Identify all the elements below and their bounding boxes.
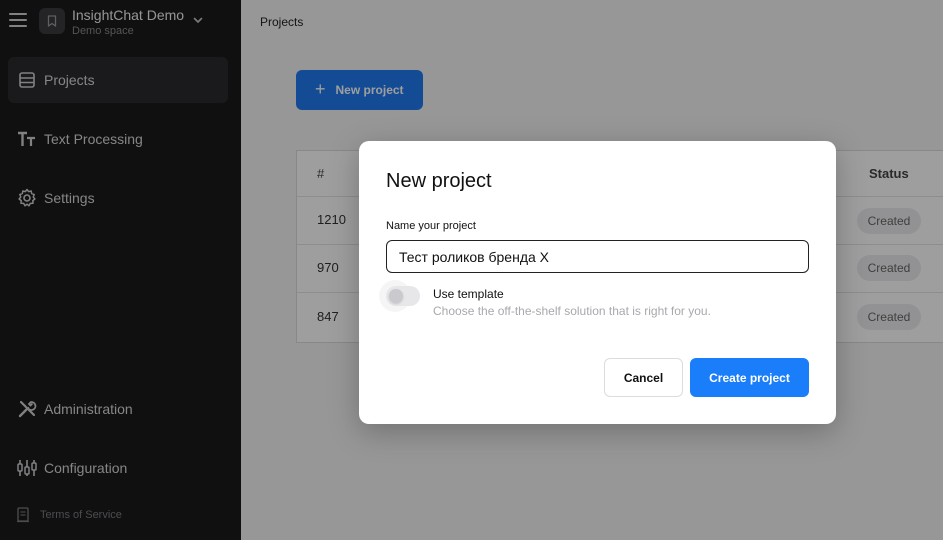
new-project-dialog: New project Name your project Use templa… <box>359 141 836 424</box>
dialog-title: New project <box>386 170 492 192</box>
use-template-label: Use template <box>433 287 504 301</box>
toggle-knob <box>389 289 403 303</box>
project-name-input[interactable] <box>386 240 809 273</box>
project-name-label: Name your project <box>386 220 476 232</box>
cancel-button[interactable]: Cancel <box>604 358 683 397</box>
use-template-toggle[interactable] <box>386 286 420 306</box>
use-template-description: Choose the off-the-shelf solution that i… <box>433 304 711 318</box>
create-project-button[interactable]: Create project <box>690 358 809 397</box>
